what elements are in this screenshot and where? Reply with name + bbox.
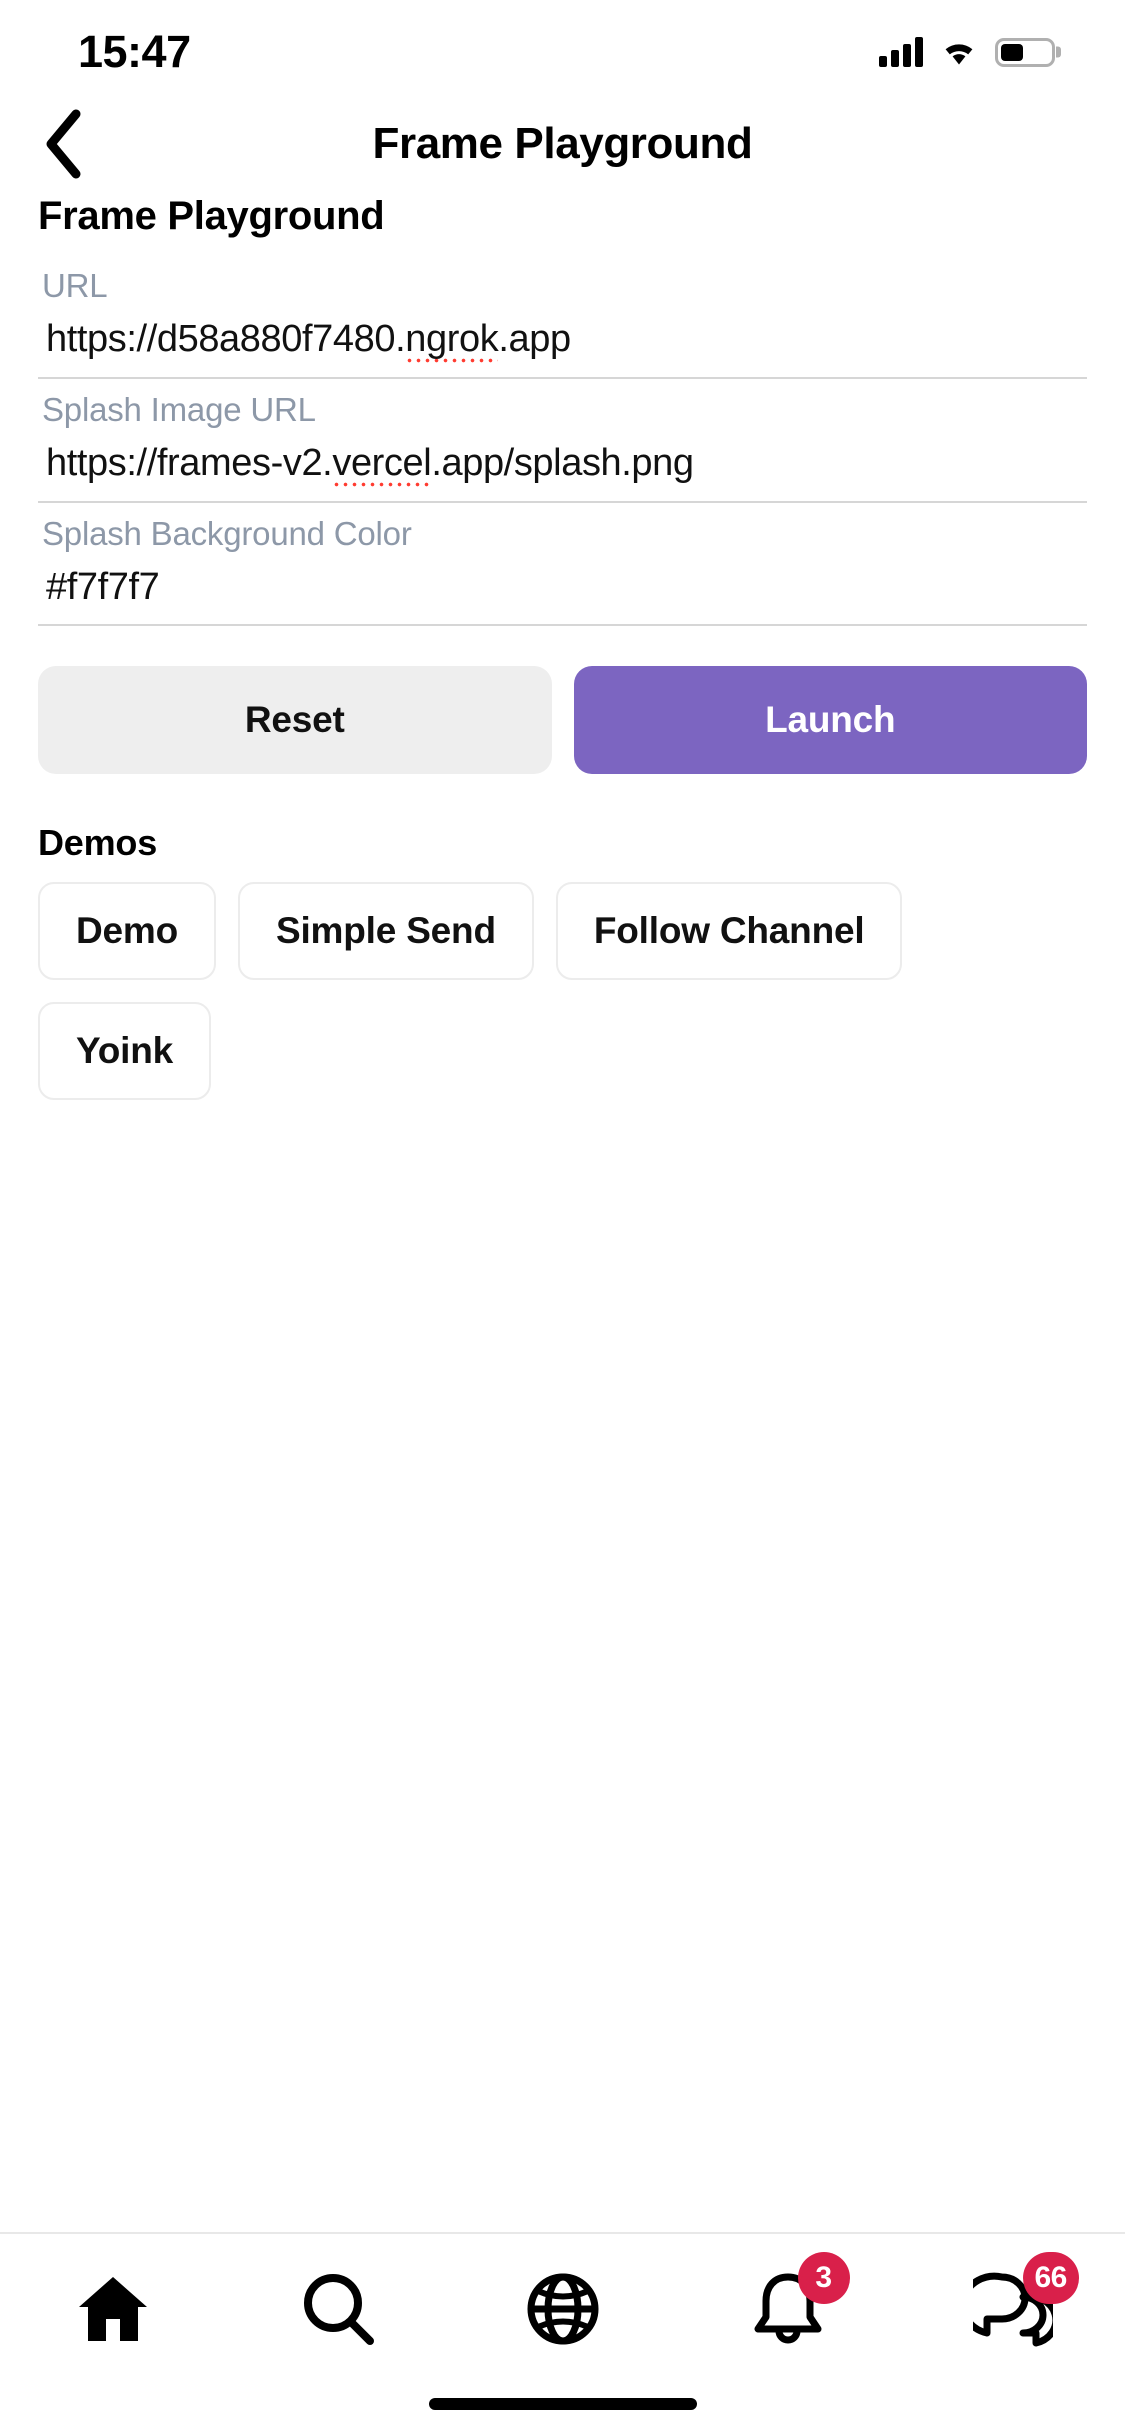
main-content: Frame Playground URL https://d58a880f748… bbox=[0, 188, 1125, 1100]
launch-button[interactable]: Launch bbox=[574, 666, 1088, 774]
field-label-splash-image-url: Splash Image URL bbox=[38, 391, 1087, 429]
url-input[interactable]: https://d58a880f7480.ngrok.app bbox=[38, 319, 1087, 379]
section-heading: Frame Playground bbox=[38, 194, 1087, 239]
splash-background-color-input[interactable]: #f7f7f7 bbox=[38, 567, 1087, 627]
splash-image-value-misspelled: vercel bbox=[332, 442, 431, 489]
messages-badge: 66 bbox=[1023, 2252, 1079, 2304]
field-url: URL https://d58a880f7480.ngrok.app bbox=[38, 267, 1087, 379]
tab-home[interactable] bbox=[0, 2234, 225, 2384]
reset-button[interactable]: Reset bbox=[38, 666, 552, 774]
chevron-left-icon bbox=[40, 108, 86, 180]
notifications-badge: 3 bbox=[798, 2252, 850, 2304]
field-label-url: URL bbox=[38, 267, 1087, 305]
tab-explore[interactable] bbox=[450, 2234, 675, 2384]
demos-list: Demo Simple Send Follow Channel Yoink bbox=[38, 882, 1087, 1100]
status-time: 15:47 bbox=[78, 26, 191, 78]
app-screen: 15:47 Frame Playground Frame bbox=[0, 0, 1125, 2436]
field-label-splash-background-color: Splash Background Color bbox=[38, 515, 1087, 553]
status-bar: 15:47 bbox=[0, 0, 1125, 100]
back-button[interactable] bbox=[18, 99, 108, 189]
bottom-tab-bar: 3 66 bbox=[0, 2232, 1125, 2436]
url-value-suffix: .app bbox=[498, 318, 570, 360]
action-buttons: Reset Launch bbox=[38, 666, 1087, 774]
url-value-misspelled: ngrok bbox=[405, 318, 498, 365]
demo-chip-yoink[interactable]: Yoink bbox=[38, 1002, 211, 1100]
splash-image-value-prefix: https://frames-v2. bbox=[46, 442, 332, 484]
status-indicators bbox=[879, 37, 1055, 67]
globe-icon bbox=[525, 2271, 601, 2347]
url-input-value: https://d58a880f7480.ngrok.app bbox=[46, 319, 1083, 361]
page-title: Frame Playground bbox=[373, 119, 753, 169]
splash-background-color-input-value: #f7f7f7 bbox=[46, 567, 1083, 609]
wifi-icon bbox=[939, 37, 979, 67]
demo-chip-follow-channel[interactable]: Follow Channel bbox=[556, 882, 903, 980]
search-icon bbox=[300, 2271, 376, 2347]
tab-search[interactable] bbox=[225, 2234, 450, 2384]
splash-image-url-input-value: https://frames-v2.vercel.app/splash.png bbox=[46, 443, 1083, 485]
cellular-signal-icon bbox=[879, 37, 923, 67]
field-splash-background-color: Splash Background Color #f7f7f7 bbox=[38, 515, 1087, 627]
demo-chip-demo[interactable]: Demo bbox=[38, 882, 216, 980]
splash-image-value-suffix: .app/splash.png bbox=[431, 442, 693, 484]
demo-chip-simple-send[interactable]: Simple Send bbox=[238, 882, 534, 980]
tab-messages[interactable]: 66 bbox=[900, 2234, 1125, 2384]
home-icon bbox=[75, 2273, 151, 2345]
url-value-prefix: https://d58a880f7480. bbox=[46, 318, 405, 360]
demos-heading: Demos bbox=[38, 822, 1087, 864]
battery-icon bbox=[995, 38, 1055, 67]
field-splash-image-url: Splash Image URL https://frames-v2.verce… bbox=[38, 391, 1087, 503]
splash-image-url-input[interactable]: https://frames-v2.vercel.app/splash.png bbox=[38, 443, 1087, 503]
tab-notifications[interactable]: 3 bbox=[675, 2234, 900, 2384]
navigation-bar: Frame Playground bbox=[0, 100, 1125, 188]
home-indicator bbox=[429, 2398, 697, 2410]
